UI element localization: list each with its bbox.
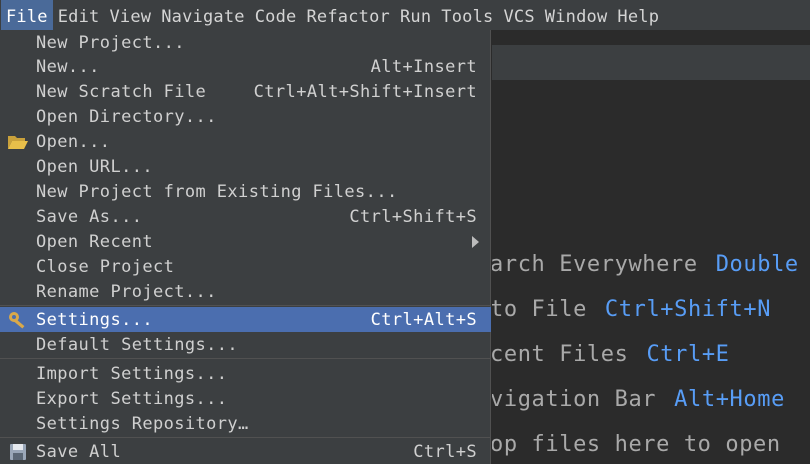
hint-go-to-file: to File Ctrl+Shift+N — [492, 297, 771, 322]
menu-item-settings-repository[interactable]: Settings Repository… — [0, 411, 491, 436]
menu-view[interactable]: View — [105, 0, 157, 30]
menu-item-label: Settings... — [36, 309, 153, 330]
menu-item-label: New... — [36, 56, 100, 77]
menu-item-open[interactable]: Open... — [0, 129, 491, 154]
menu-item-rename-project[interactable]: Rename Project... — [0, 279, 491, 304]
hint-text: cent Files — [492, 342, 629, 367]
menu-code[interactable]: Code — [250, 0, 302, 30]
menu-vcs[interactable]: VCS — [498, 0, 539, 30]
hint-navigation-bar: vigation Bar Alt+Home — [492, 387, 785, 412]
menu-item-open-url[interactable]: Open URL... — [0, 154, 491, 179]
folder-open-icon — [7, 132, 29, 152]
hint-text: vigation Bar — [492, 387, 657, 412]
menu-separator — [0, 305, 491, 306]
menu-item-label: Open Recent — [36, 231, 153, 252]
menu-item-open-recent[interactable]: Open Recent — [0, 229, 491, 254]
menu-item-shortcut: Ctrl+Alt+Shift+Insert — [253, 81, 477, 102]
menu-window[interactable]: Window — [540, 0, 613, 30]
menu-bar: File Edit View Navigate Code Refactor Ru… — [0, 0, 810, 30]
menu-item-label: Save As... — [36, 206, 143, 227]
menu-separator — [0, 437, 491, 438]
file-menu-dropdown: New Project... New... Alt+Insert New Scr… — [0, 30, 491, 464]
menu-item-default-settings[interactable]: Default Settings... — [0, 332, 491, 357]
menu-item-label: Import Settings... — [36, 363, 228, 384]
menu-item-shortcut: Ctrl+Alt+S — [370, 309, 477, 330]
hint-key: Ctrl+E — [646, 342, 730, 367]
hint-search-everywhere: arch Everywhere Double — [492, 252, 799, 277]
hint-recent-files: cent Files Ctrl+E — [492, 342, 730, 367]
menu-item-label: New Project... — [36, 32, 185, 53]
menu-item-new-scratch-file[interactable]: New Scratch File Ctrl+Alt+Shift+Insert — [0, 79, 491, 104]
hint-text: op files here to open — [492, 432, 781, 457]
floppy-disk-icon — [7, 442, 29, 462]
menu-item-open-directory[interactable]: Open Directory... — [0, 104, 491, 129]
menu-item-settings[interactable]: Settings... Ctrl+Alt+S — [0, 307, 491, 332]
menu-item-new-project-from-existing[interactable]: New Project from Existing Files... — [0, 179, 491, 204]
menu-item-export-settings[interactable]: Export Settings... — [0, 386, 491, 411]
submenu-arrow-icon — [472, 236, 479, 248]
menu-navigate[interactable]: Navigate — [156, 0, 249, 30]
ide-window: File Edit View Navigate Code Refactor Ru… — [0, 0, 810, 464]
menu-item-save-as[interactable]: Save As... Ctrl+Shift+S — [0, 204, 491, 229]
hint-key: Alt+Home — [674, 387, 785, 412]
hint-text: to File — [492, 297, 587, 322]
hint-text: arch Everywhere — [492, 252, 698, 277]
menu-item-label: Settings Repository… — [36, 413, 249, 434]
menu-item-label: New Project from Existing Files... — [36, 181, 398, 202]
menu-item-close-project[interactable]: Close Project — [0, 254, 491, 279]
menu-tools[interactable]: Tools — [436, 0, 498, 30]
menu-item-label: New Scratch File — [36, 81, 207, 102]
menu-item-new[interactable]: New... Alt+Insert — [0, 54, 491, 79]
menu-run[interactable]: Run — [395, 0, 436, 30]
menu-item-label: Close Project — [36, 256, 175, 277]
menu-file[interactable]: File — [1, 0, 53, 30]
menu-help[interactable]: Help — [612, 0, 664, 30]
menu-item-label: Rename Project... — [36, 281, 217, 302]
menu-item-new-project[interactable]: New Project... — [0, 30, 491, 55]
menu-item-label: Open... — [36, 131, 111, 152]
menu-item-label: Open Directory... — [36, 106, 217, 127]
editor-empty-state: arch Everywhere Double to File Ctrl+Shift+… — [492, 80, 810, 464]
menu-separator — [0, 358, 491, 359]
menu-item-label: Save All — [36, 441, 122, 462]
wrench-icon — [7, 310, 29, 330]
menu-item-label: Open URL... — [36, 156, 153, 177]
editor-tab-strip — [492, 45, 810, 81]
hint-drop-files: op files here to open — [492, 432, 781, 457]
menu-item-label: Default Settings... — [36, 334, 239, 355]
menu-item-shortcut: Ctrl+S — [413, 441, 477, 462]
menu-refactor[interactable]: Refactor — [301, 0, 394, 30]
menu-edit[interactable]: Edit — [53, 0, 105, 30]
menu-item-shortcut: Alt+Insert — [370, 56, 477, 77]
menu-item-shortcut: Ctrl+Shift+S — [349, 206, 477, 227]
menu-item-save-all[interactable]: Save All Ctrl+S — [0, 439, 491, 464]
menu-item-import-settings[interactable]: Import Settings... — [0, 361, 491, 386]
hint-key: Double — [715, 252, 799, 277]
hint-key: Ctrl+Shift+N — [604, 297, 772, 322]
menu-item-label: Export Settings... — [36, 388, 228, 409]
